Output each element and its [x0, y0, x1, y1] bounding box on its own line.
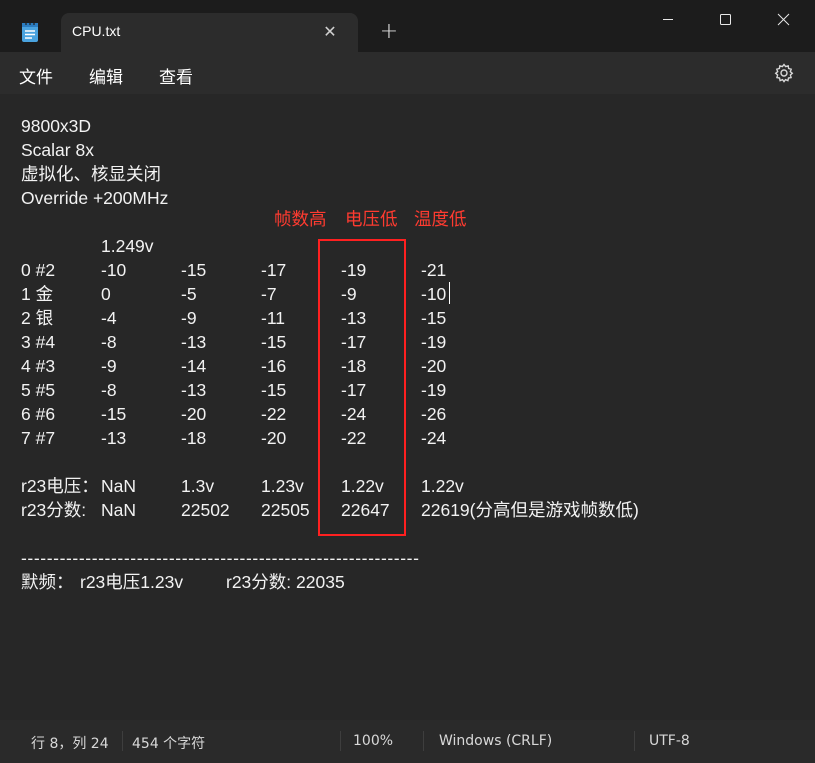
highlight-box [318, 239, 406, 536]
text-line: 虚拟化、核显关闭 [21, 164, 161, 184]
table-cell: 2 银 [21, 308, 54, 328]
r23-score-label: r23分数: [21, 500, 87, 520]
menu-file[interactable]: 文件 [19, 63, 53, 88]
table-cell: -11 [261, 308, 285, 328]
table-cell: 22619(分高但是游戏帧数低) [421, 500, 639, 520]
table-cell: -10 [101, 260, 127, 280]
table-cell: 5 #5 [21, 380, 56, 400]
table-cell: -9 [101, 356, 117, 376]
table-cell: -15 [261, 332, 287, 352]
text-caret [449, 282, 450, 304]
table-cell: -13 [181, 380, 207, 400]
table-cell: -10 [421, 284, 447, 304]
table-cell: -14 [181, 356, 207, 376]
zoom-level[interactable]: 100% [353, 733, 393, 749]
table-cell: -24 [421, 428, 447, 448]
minimize-button[interactable] [645, 6, 691, 34]
table-cell: NaN [101, 500, 137, 520]
table-cell: -20 [181, 404, 207, 424]
notepad-icon [22, 21, 38, 42]
table-cell: NaN [101, 476, 137, 496]
r23-voltage-label: r23电压： [21, 476, 99, 496]
table-cell: 0 #2 [21, 260, 56, 280]
default-voltage: r23电压1.23v [80, 572, 184, 592]
text-line: 9800x3D [21, 116, 92, 136]
table-cell: -17 [261, 260, 287, 280]
table-cell: -15 [181, 260, 207, 280]
table-cell: -16 [261, 356, 287, 376]
minimize-icon [663, 19, 673, 20]
table-cell: -15 [421, 308, 447, 328]
tab-title: CPU.txt [72, 23, 121, 39]
default-label: 默频： [21, 572, 74, 592]
text-line: Scalar 8x [21, 140, 94, 160]
table-cell: -15 [101, 404, 127, 424]
table-cell: -7 [261, 284, 277, 304]
text-line: Override +200MHz [21, 188, 169, 208]
cursor-position[interactable]: 行 8，列 24 [31, 733, 109, 753]
table-cell: 3 #4 [21, 332, 56, 352]
tab-cpu-txt[interactable]: CPU.txt ✕ [61, 13, 358, 52]
status-bar: 行 8，列 24 454 个字符 100% Windows (CRLF) UTF… [0, 720, 815, 763]
status-divider [122, 731, 123, 751]
line-ending[interactable]: Windows (CRLF) [439, 733, 552, 749]
divider-line: ----------------------------------------… [21, 548, 420, 568]
menu-bar: 文件 编辑 查看 [0, 52, 815, 94]
table-cell: 0 [101, 284, 111, 304]
default-score: r23分数: 22035 [226, 572, 345, 592]
table-cell: -20 [421, 356, 447, 376]
menu-edit[interactable]: 编辑 [89, 63, 123, 88]
table-cell: -5 [181, 284, 197, 304]
table-cell: 7 #7 [21, 428, 56, 448]
close-icon [777, 13, 790, 26]
maximize-icon [720, 14, 731, 25]
title-bar: CPU.txt ✕ + [0, 0, 815, 52]
table-cell: -21 [421, 260, 447, 280]
table-cell: -26 [421, 404, 447, 424]
character-count: 454 个字符 [132, 736, 206, 752]
status-divider [340, 731, 341, 751]
table-cell: -19 [421, 380, 447, 400]
menu-view[interactable]: 查看 [159, 63, 193, 88]
annotation-voltage-low: 电压低 [345, 210, 398, 230]
table-cell: 22505 [261, 500, 310, 520]
annotation-temp-low: 温度低 [414, 210, 467, 230]
table-cell: 1.23v [261, 476, 304, 496]
table-cell: -22 [261, 404, 287, 424]
table-cell: 6 #6 [21, 404, 56, 424]
table-cell: 1.3v [181, 476, 215, 496]
new-tab-button[interactable]: + [377, 20, 401, 44]
table-cell: -15 [261, 380, 287, 400]
table-cell: 1 金 [21, 284, 54, 304]
voltage-header: 1.249v [101, 236, 154, 256]
table-cell: -19 [421, 332, 447, 352]
table-cell: 22502 [181, 500, 230, 520]
table-cell: -20 [261, 428, 287, 448]
table-cell: -9 [181, 308, 197, 328]
close-window-button[interactable] [760, 6, 806, 34]
text-editor[interactable]: 9800x3D Scalar 8x 虚拟化、核显关闭 Override +200… [0, 94, 815, 720]
gear-icon[interactable] [773, 62, 795, 84]
table-cell: 4 #3 [21, 356, 56, 376]
status-divider [634, 731, 635, 751]
table-cell: -8 [101, 332, 117, 352]
table-cell: -13 [181, 332, 207, 352]
encoding[interactable]: UTF-8 [649, 733, 690, 749]
close-icon[interactable]: ✕ [319, 21, 341, 43]
table-cell: 1.22v [421, 476, 464, 496]
status-divider [423, 731, 424, 751]
maximize-button[interactable] [702, 6, 748, 34]
table-cell: -4 [101, 308, 117, 328]
table-cell: -18 [181, 428, 207, 448]
table-cell: -8 [101, 380, 117, 400]
annotation-fps-high: 帧数高 [274, 210, 327, 230]
table-cell: -13 [101, 428, 127, 448]
